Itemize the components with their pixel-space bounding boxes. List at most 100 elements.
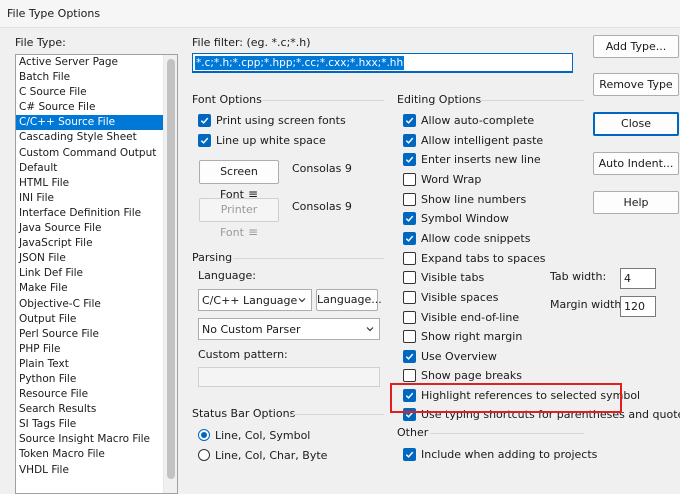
- show-page-breaks-label: Show page breaks: [421, 368, 523, 382]
- file-type-item[interactable]: Source Insight Macro File: [16, 432, 164, 447]
- checkbox-empty-icon: [403, 368, 416, 382]
- file-type-item[interactable]: Custom Command Output: [16, 146, 164, 161]
- word-wrap-checkbox[interactable]: Word Wrap: [403, 171, 481, 187]
- checkbox-check-icon: [403, 231, 416, 245]
- enter-inserts-new-line-checkbox[interactable]: Enter inserts new line: [403, 151, 541, 167]
- file-type-items: Active Server Page Batch File C Source Fil…: [16, 55, 164, 478]
- tab-width-label: Tab width:: [550, 270, 607, 283]
- file-type-item[interactable]: PHP File: [16, 342, 164, 357]
- custom-pattern-label: Custom pattern:: [198, 348, 288, 361]
- visible-eol-checkbox[interactable]: Visible end-of-line: [403, 309, 519, 325]
- add-type-button[interactable]: Add Type...: [593, 35, 679, 58]
- enter-inserts-new-line-label: Enter inserts new line: [421, 152, 541, 166]
- language-select[interactable]: C/C++ Language: [198, 289, 312, 311]
- margin-width-value: 120: [624, 300, 645, 313]
- code-snippets-checkbox[interactable]: Allow code snippets: [403, 230, 530, 246]
- file-type-item[interactable]: VHDL File: [16, 463, 164, 478]
- status-option1-label: Line, Col, Symbol: [215, 428, 311, 442]
- include-when-adding-checkbox[interactable]: Include when adding to projects: [403, 446, 597, 462]
- file-type-item[interactable]: INI File: [16, 191, 164, 206]
- parsing-title: Parsing: [192, 251, 233, 264]
- auto-complete-checkbox[interactable]: Allow auto-complete: [403, 112, 534, 128]
- file-type-item[interactable]: Plain Text: [16, 357, 164, 372]
- file-type-item[interactable]: Link Def File: [16, 266, 164, 281]
- file-type-item[interactable]: Search Results: [16, 402, 164, 417]
- language-select-value: C/C++ Language: [202, 294, 298, 307]
- checkbox-check-icon: [403, 211, 416, 225]
- file-type-item[interactable]: Cascading Style Sheet: [16, 130, 164, 145]
- custom-parser-select[interactable]: No Custom Parser: [198, 318, 380, 340]
- status-bar-options-title: Status Bar Options: [192, 407, 296, 420]
- file-type-list[interactable]: Active Server Page Batch File C Source Fil…: [15, 54, 178, 494]
- checkbox-empty-icon: [403, 310, 416, 324]
- line-up-white-space-checkbox[interactable]: Line up white space: [198, 132, 326, 148]
- visible-spaces-checkbox[interactable]: Visible spaces: [403, 289, 498, 305]
- expand-tabs-checkbox[interactable]: Expand tabs to spaces: [403, 250, 545, 266]
- print-screen-fonts-checkbox[interactable]: Print using screen fonts: [198, 112, 346, 128]
- file-type-item[interactable]: Objective-C File: [16, 297, 164, 312]
- file-type-item[interactable]: Token Macro File: [16, 447, 164, 462]
- font-options-title: Font Options: [192, 93, 262, 106]
- auto-indent-button[interactable]: Auto Indent...: [593, 152, 679, 175]
- window-title: File Type Options: [7, 7, 101, 20]
- file-type-scrollbar[interactable]: [163, 55, 177, 493]
- menu-icon: ≡: [247, 225, 258, 239]
- auto-complete-label: Allow auto-complete: [421, 113, 535, 127]
- show-right-margin-checkbox[interactable]: Show right margin: [403, 328, 522, 344]
- language-button[interactable]: Language...: [316, 289, 382, 311]
- file-filter-input[interactable]: *.c;*.h;*.cpp;*.hpp;*.cc;*.cxx;*.hxx;*.h…: [192, 53, 573, 73]
- file-filter-value: *.c;*.h;*.cpp;*.hpp;*.cc;*.cxx;*.hxx;*.h…: [195, 56, 405, 70]
- file-type-item[interactable]: Default: [16, 161, 164, 176]
- remove-type-button[interactable]: Remove Type: [593, 73, 679, 96]
- file-type-label: File Type:: [15, 36, 66, 49]
- checkbox-check-icon: [198, 113, 211, 127]
- symbol-window-checkbox[interactable]: Symbol Window: [403, 210, 509, 226]
- file-type-item[interactable]: Interface Definition File: [16, 206, 164, 221]
- file-type-item[interactable]: Java Source File: [16, 221, 164, 236]
- file-type-item[interactable]: Output File: [16, 312, 164, 327]
- visible-spaces-label: Visible spaces: [421, 290, 499, 304]
- file-type-item[interactable]: C/C++ Source File: [16, 115, 164, 131]
- show-line-numbers-label: Show line numbers: [421, 192, 527, 206]
- file-type-item[interactable]: Make File: [16, 281, 164, 296]
- checkbox-check-icon: [403, 349, 416, 363]
- editing-options-divider: [480, 100, 584, 101]
- file-type-item[interactable]: Batch File: [16, 70, 164, 85]
- highlight-annotation-box: [390, 383, 622, 413]
- screen-font-button[interactable]: Screen Font ≡: [199, 160, 279, 201]
- scrollbar-thumb[interactable]: [167, 59, 175, 479]
- use-overview-label: Use Overview: [421, 349, 497, 363]
- file-filter-label: File filter: (eg. *.c;*.h): [192, 36, 311, 49]
- file-type-item[interactable]: C# Source File: [16, 100, 164, 115]
- file-type-item[interactable]: Resource File: [16, 387, 164, 402]
- file-type-item[interactable]: C Source File: [16, 85, 164, 100]
- show-line-numbers-checkbox[interactable]: Show line numbers: [403, 191, 526, 207]
- close-button[interactable]: Close: [593, 112, 679, 136]
- show-page-breaks-checkbox[interactable]: Show page breaks: [403, 367, 522, 383]
- tab-width-input[interactable]: 4: [620, 268, 656, 289]
- tab-width-value: 4: [624, 272, 631, 285]
- checkbox-check-icon: [403, 133, 416, 147]
- file-type-item[interactable]: HTML File: [16, 176, 164, 191]
- file-type-item[interactable]: JSON File: [16, 251, 164, 266]
- help-button[interactable]: Help: [593, 191, 679, 214]
- intelligent-paste-label: Allow intelligent paste: [421, 133, 544, 147]
- visible-tabs-checkbox[interactable]: Visible tabs: [403, 269, 484, 285]
- file-type-item[interactable]: JavaScript File: [16, 236, 164, 251]
- other-title: Other: [397, 426, 429, 439]
- checkbox-empty-icon: [403, 270, 416, 284]
- file-type-item[interactable]: Active Server Page: [16, 55, 164, 70]
- code-snippets-label: Allow code snippets: [421, 231, 531, 245]
- print-screen-fonts-label: Print using screen fonts: [216, 113, 346, 127]
- status-bar-divider: [290, 414, 384, 415]
- file-type-item[interactable]: Perl Source File: [16, 327, 164, 342]
- use-overview-checkbox[interactable]: Use Overview: [403, 348, 497, 364]
- radio-selected-icon: [198, 429, 210, 441]
- intelligent-paste-checkbox[interactable]: Allow intelligent paste: [403, 132, 543, 148]
- status-line-col-char-byte-radio[interactable]: Line, Col, Char, Byte: [198, 447, 327, 463]
- file-type-item[interactable]: Python File: [16, 372, 164, 387]
- file-type-item[interactable]: SI Tags File: [16, 417, 164, 432]
- custom-pattern-input[interactable]: [198, 367, 380, 387]
- status-line-col-symbol-radio[interactable]: Line, Col, Symbol: [198, 427, 310, 443]
- margin-width-input[interactable]: 120: [620, 296, 656, 317]
